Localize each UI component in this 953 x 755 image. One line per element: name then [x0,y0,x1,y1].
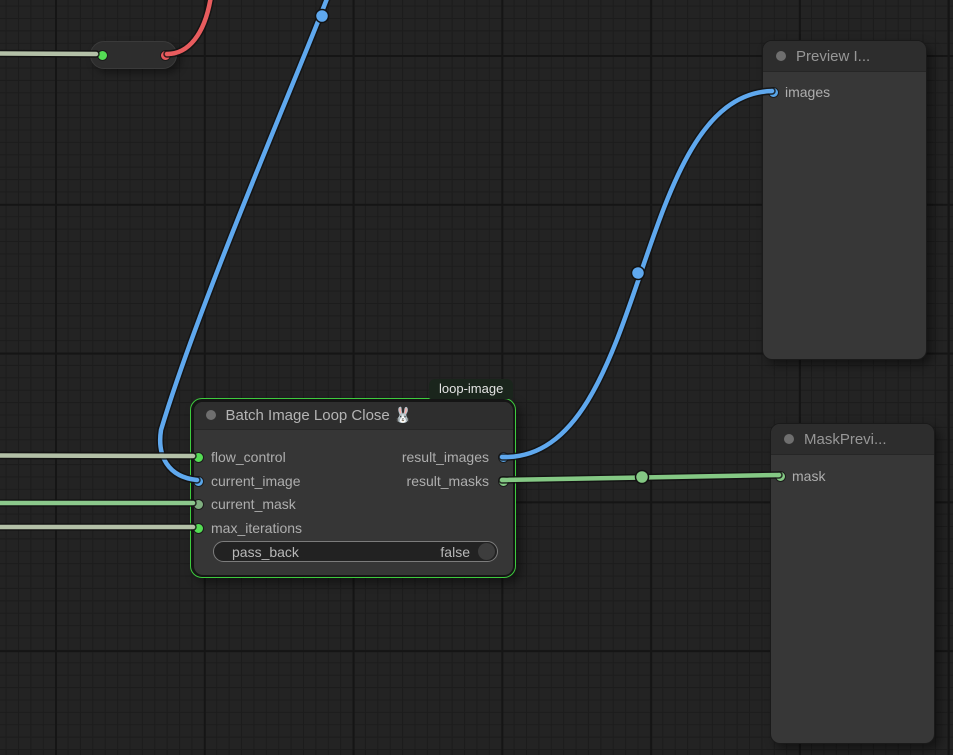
widget-pass-back-name: pass_back [232,544,440,560]
input-slot-dot[interactable] [97,50,108,61]
widget-pass-back[interactable]: pass_back false [213,541,498,562]
link-midpoint-dot-blue-top[interactable] [316,10,329,23]
link-result-images-to-preview[interactable] [502,91,772,457]
link-into-collapsed-node[interactable] [0,54,96,55]
input-label-max-iterations: max_iterations [211,520,302,536]
output-slot-result-images[interactable] [498,452,509,463]
output-slot-dot[interactable] [160,50,171,61]
output-label-result-images: result_images [402,449,489,465]
link-midpoint-dot-green[interactable] [636,471,649,484]
output-label-result-masks: result_masks [407,473,489,489]
input-label-flow-control: flow_control [211,449,286,465]
node-header[interactable]: Batch Image Loop Close 🐰 [194,402,513,430]
input-slot-current-mask[interactable] [193,499,204,510]
link-midpoint-dot-blue-right[interactable] [632,267,645,280]
input-label-current-image: current_image [211,473,301,489]
input-label-current-mask: current_mask [211,496,296,512]
input-slot-max-iterations[interactable] [193,523,204,534]
node-batch-image-loop-close[interactable]: loop-image Batch Image Loop Close 🐰 flow… [190,398,516,578]
input-slot-current-image[interactable] [193,476,204,487]
node-collapsed[interactable] [90,41,177,69]
node-header[interactable]: MaskPrevi... [771,424,934,455]
input-slot-mask[interactable] [775,471,786,482]
node-graph-canvas[interactable]: loop-image Batch Image Loop Close 🐰 flow… [0,0,953,755]
widget-pass-back-value: false [440,544,470,560]
node-title: Batch Image Loop Close 🐰 [226,406,413,424]
node-preview-image[interactable]: Preview I... images [762,40,927,360]
node-title: MaskPrevi... [804,431,887,448]
group-tab-loop-image[interactable]: loop-image [429,379,513,399]
node-mask-preview[interactable]: MaskPrevi... mask [770,423,935,744]
input-label-images: images [785,84,830,100]
output-slot-result-masks[interactable] [498,476,509,487]
collapse-dot[interactable] [784,434,794,444]
collapse-dot[interactable] [206,410,216,420]
link-into-flow-control[interactable] [0,456,193,457]
input-label-mask: mask [792,468,825,484]
input-slot-flow-control[interactable] [193,452,204,463]
collapse-dot[interactable] [776,51,786,61]
widget-pass-back-toggle-knob[interactable] [478,543,495,560]
node-header[interactable]: Preview I... [763,41,926,72]
input-slot-images[interactable] [768,87,779,98]
link-result-masks-to-maskpreview[interactable] [502,475,779,480]
node-title: Preview I... [796,48,870,65]
